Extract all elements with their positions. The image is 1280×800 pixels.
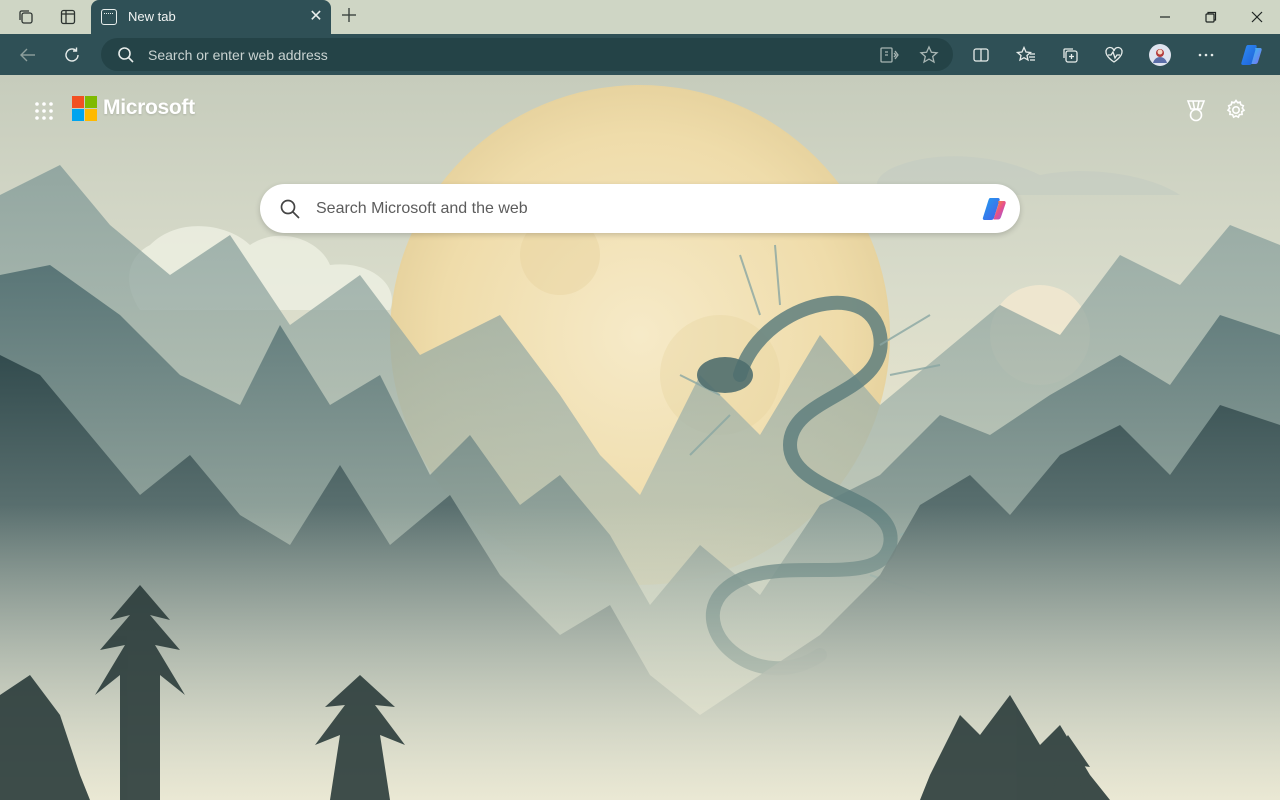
address-input[interactable] — [148, 44, 848, 65]
copilot-icon[interactable] — [980, 194, 1010, 224]
tab-new-tab[interactable]: New tab ✕ — [91, 0, 331, 34]
minimize-button[interactable] — [1142, 0, 1188, 34]
new-tab-page: Microsoft — [0, 75, 1280, 800]
minimize-icon — [1160, 16, 1170, 18]
search-icon — [280, 199, 300, 219]
favorites-button[interactable] — [1011, 40, 1041, 70]
refresh-icon — [65, 47, 79, 62]
more-button[interactable] — [1191, 40, 1221, 70]
restore-button[interactable] — [1188, 0, 1234, 34]
tab-close-icon[interactable]: ✕ — [307, 8, 325, 26]
browser-toolbar — [0, 34, 1280, 75]
split-screen-button[interactable] — [966, 40, 996, 70]
browser-essentials-icon — [1105, 46, 1123, 63]
web-search-input[interactable] — [316, 197, 956, 221]
settings-icon[interactable] — [1225, 99, 1247, 121]
read-aloud-icon[interactable] — [879, 45, 899, 65]
browser-essentials-button[interactable] — [1099, 40, 1129, 70]
new-tab-button[interactable] — [336, 4, 362, 30]
microsoft-logo[interactable] — [72, 96, 97, 121]
favorites-icon — [1016, 46, 1035, 62]
copilot-button[interactable] — [1237, 40, 1267, 70]
tab-title: New tab — [128, 9, 176, 24]
close-icon — [1251, 11, 1263, 23]
title-bar: New tab ✕ — [0, 0, 1280, 34]
collections-icon — [1063, 48, 1078, 63]
collections-button[interactable] — [1055, 40, 1085, 70]
profile-avatar — [1149, 44, 1171, 66]
microsoft-brand-text[interactable]: Microsoft — [103, 96, 195, 120]
search-icon — [118, 47, 134, 63]
split-screen-icon — [973, 48, 989, 62]
apps-grid-icon[interactable] — [34, 101, 54, 121]
web-search-box[interactable] — [260, 184, 1020, 233]
workspaces-icon[interactable] — [13, 5, 39, 29]
new-tab-page-icon — [101, 9, 117, 25]
profile-button[interactable] — [1145, 40, 1175, 70]
close-window-button[interactable] — [1234, 0, 1280, 34]
more-icon — [1198, 53, 1214, 57]
vertical-tabs-icon[interactable] — [55, 5, 81, 29]
rewards-icon[interactable] — [1185, 99, 1207, 123]
back-icon — [20, 48, 35, 62]
copilot-icon — [1241, 45, 1262, 65]
back-button[interactable] — [13, 40, 43, 70]
address-bar[interactable] — [101, 38, 953, 71]
refresh-button[interactable] — [57, 40, 87, 70]
restore-icon — [1205, 11, 1217, 23]
favorite-star-icon[interactable] — [919, 45, 939, 65]
